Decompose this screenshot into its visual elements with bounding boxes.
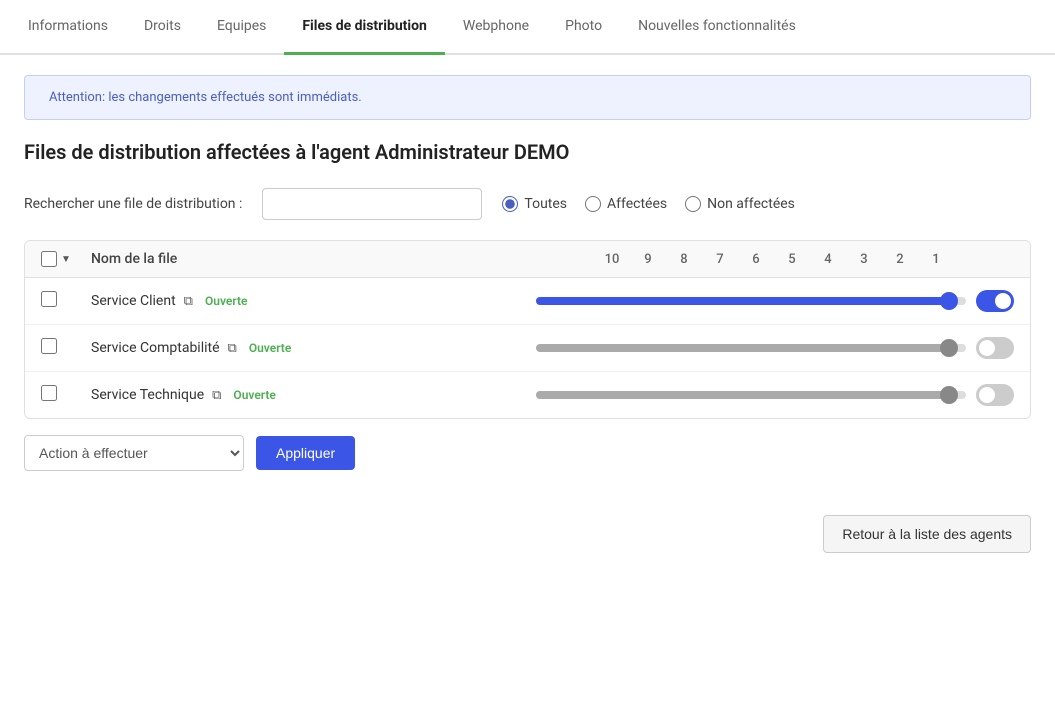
tab-navigation: InformationsDroitsEquipesFiles de distri…	[0, 0, 1055, 53]
external-link-icon[interactable]: ⧉	[212, 388, 221, 403]
slider-area	[536, 337, 1014, 359]
back-button[interactable]: Retour à la liste des agents	[823, 515, 1031, 553]
radio-group: Toutes Affectées Non affectées	[502, 196, 795, 212]
col-num-1: 1	[918, 252, 954, 267]
alert-text: Attention: les changements effectués son…	[49, 90, 362, 105]
search-input[interactable]	[262, 188, 482, 220]
tabs-bar: InformationsDroitsEquipesFiles de distri…	[0, 0, 1055, 55]
alert-banner: Attention: les changements effectués son…	[24, 75, 1031, 120]
slider-thumb[interactable]	[940, 386, 958, 404]
slider-thumb[interactable]	[940, 339, 958, 357]
status-badge: Ouverte	[229, 386, 279, 404]
tab-informations[interactable]: Informations	[10, 0, 126, 55]
header-check-col: ▼	[41, 251, 91, 267]
tab-nouvelles[interactable]: Nouvelles fonctionnalités	[620, 0, 814, 55]
slider-thumb[interactable]	[940, 292, 958, 310]
row-checkbox[interactable]	[41, 338, 57, 354]
back-button-row: Retour à la liste des agents	[0, 515, 1055, 577]
tab-droits[interactable]: Droits	[126, 0, 199, 55]
status-badge: Ouverte	[245, 339, 295, 357]
toggle-button[interactable]	[976, 384, 1014, 406]
col-num-10: 10	[594, 252, 630, 267]
row-name: Service Client ⧉ Ouverte	[91, 292, 536, 310]
radio-toutes[interactable]: Toutes	[502, 196, 567, 212]
main-content: Files de distribution affectées à l'agen…	[0, 140, 1055, 495]
slider-fill[interactable]	[536, 344, 949, 352]
toggle-knob	[979, 387, 995, 403]
radio-affectees[interactable]: Affectées	[585, 196, 667, 212]
toggle-button[interactable]	[976, 290, 1014, 312]
queue-name: Service Technique	[91, 387, 204, 403]
queue-name: Service Client	[91, 293, 176, 309]
toggle-knob	[979, 340, 995, 356]
table-row: Service Technique ⧉ Ouverte	[25, 372, 1030, 418]
page-title: Files de distribution affectées à l'agen…	[24, 140, 1031, 164]
tab-photo[interactable]: Photo	[547, 0, 620, 55]
col-num-4: 4	[810, 252, 846, 267]
col-num-9: 9	[630, 252, 666, 267]
row-name: Service Comptabilité ⧉ Ouverte	[91, 339, 536, 357]
col-num-8: 8	[666, 252, 702, 267]
status-badge: Ouverte	[201, 292, 251, 310]
action-row: Action à effectuerAffecterDésaffecter Ap…	[24, 435, 1031, 471]
dropdown-arrow-icon[interactable]: ▼	[61, 254, 71, 265]
col-num-3: 3	[846, 252, 882, 267]
col-num-7: 7	[702, 252, 738, 267]
col-num-5: 5	[774, 252, 810, 267]
toggle-button[interactable]	[976, 337, 1014, 359]
header-numbers: 10987654321	[594, 252, 954, 267]
select-all-checkbox[interactable]	[41, 251, 57, 267]
tab-webphone[interactable]: Webphone	[445, 0, 547, 55]
col-num-2: 2	[882, 252, 918, 267]
toggle-knob	[995, 293, 1011, 309]
table-row: Service Client ⧉ Ouverte	[25, 278, 1030, 325]
slider-fill[interactable]	[536, 297, 949, 305]
external-link-icon[interactable]: ⧉	[228, 341, 237, 356]
tab-equipes[interactable]: Equipes	[199, 0, 284, 55]
slider-fill[interactable]	[536, 391, 949, 399]
table-container: ▼ Nom de la file 10987654321 Service Cli…	[24, 240, 1031, 419]
table-header: ▼ Nom de la file 10987654321	[25, 241, 1030, 278]
slider-area	[536, 290, 1014, 312]
table-row: Service Comptabilité ⧉ Ouverte	[25, 325, 1030, 372]
action-select[interactable]: Action à effectuerAffecterDésaffecter	[24, 435, 244, 471]
search-row: Rechercher une file de distribution : To…	[24, 188, 1031, 220]
slider-area	[536, 384, 1014, 406]
row-checkbox[interactable]	[41, 291, 57, 307]
radio-non-affectees[interactable]: Non affectées	[685, 196, 795, 212]
row-checkbox[interactable]	[41, 385, 57, 401]
search-label: Rechercher une file de distribution :	[24, 196, 242, 212]
table-body: Service Client⧉OuverteService Comptabili…	[25, 278, 1030, 418]
apply-button[interactable]: Appliquer	[256, 436, 355, 470]
tab-files[interactable]: Files de distribution	[284, 0, 445, 55]
external-link-icon[interactable]: ⧉	[184, 294, 193, 309]
col-num-6: 6	[738, 252, 774, 267]
queue-name: Service Comptabilité	[91, 340, 220, 356]
header-name-col: Nom de la file	[91, 251, 594, 267]
row-name: Service Technique ⧉ Ouverte	[91, 386, 536, 404]
